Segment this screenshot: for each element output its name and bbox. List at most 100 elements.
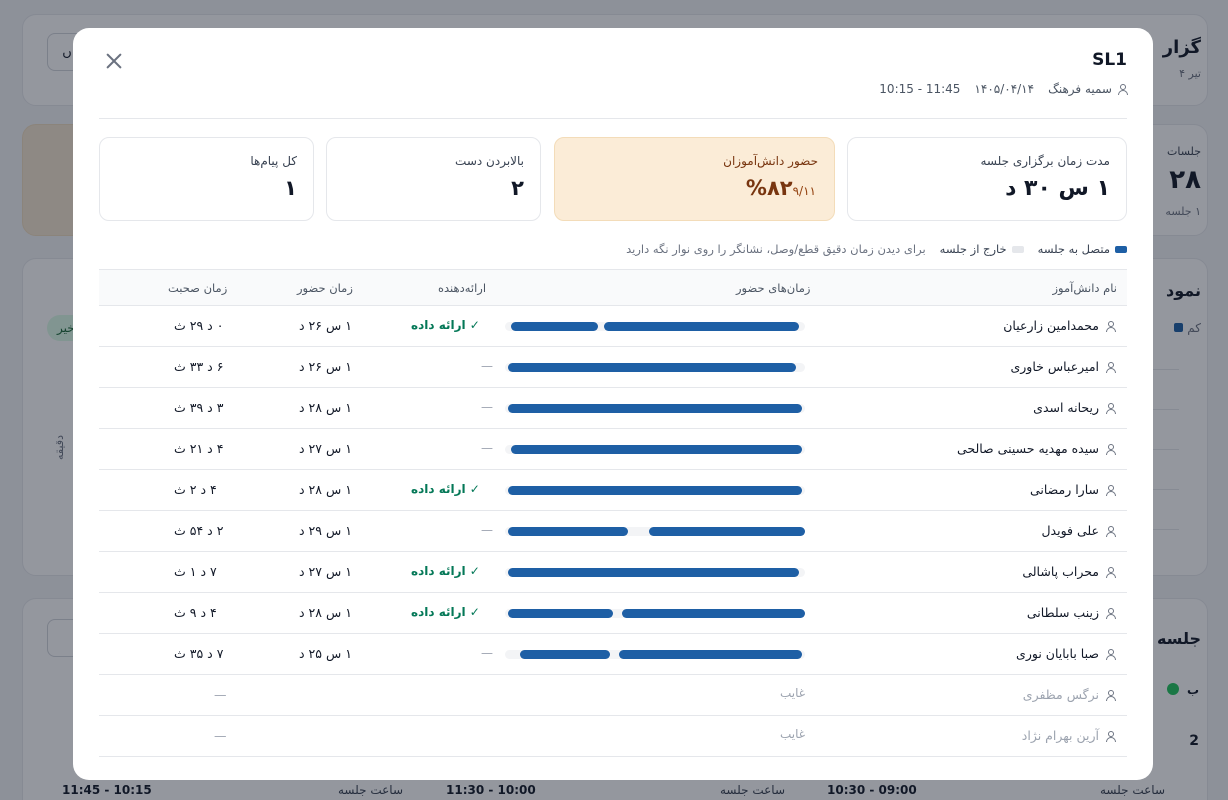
student-name: صبا بابایان نوری: [1016, 646, 1099, 661]
student-name-cell: محمدامین زارعیان: [1003, 318, 1116, 333]
presented-badge: ✓ ارائه داده: [411, 318, 480, 332]
session-date: ۱۴۰۵/۰۴/۱۴: [974, 82, 1035, 96]
student-name-cell: سارا رمضانی: [1029, 482, 1116, 497]
table-row: محمدامین زارعیان ✓ ارائه داده ۱ س ۲۶ د ۰ د …: [99, 306, 1127, 347]
talk-time: ۴ د ۲۱ ث: [174, 441, 224, 456]
talk-time-empty: —: [214, 687, 227, 702]
table-row: آرین بهرام نژاد غایب —: [99, 716, 1127, 757]
attendance-timeline[interactable]: [505, 363, 805, 372]
timeline-segment[interactable]: [604, 322, 799, 331]
attendance-timeline[interactable]: [505, 609, 805, 618]
user-icon: [1117, 84, 1128, 95]
stat-attendance-fraction: ۹/۱۱: [792, 184, 816, 198]
talk-time: ۲ د ۵۴ ث: [174, 523, 224, 538]
timeline-segment[interactable]: [508, 609, 613, 618]
user-icon: [1105, 402, 1116, 414]
user-icon: [1105, 320, 1116, 332]
talk-time: ۷ د ۱ ث: [174, 564, 217, 579]
stat-messages-value: ۱: [284, 176, 297, 200]
timeline-segment[interactable]: [520, 650, 610, 659]
timeline-segment[interactable]: [508, 568, 799, 577]
stats-row: مدت زمان برگزاری جلسه ۱ س ۳۰ د حضور دانش…: [99, 137, 1127, 221]
legend-connected: متصل به جلسه: [1038, 242, 1127, 256]
presenter-empty: —: [481, 523, 493, 537]
student-name-cell: امیرعباس خاوری: [1010, 359, 1116, 374]
presenter-empty: —: [481, 441, 493, 455]
talk-time: ۳ د ۳۹ ث: [174, 400, 224, 415]
col-timeline: زمان‌های حضور: [736, 281, 811, 295]
student-name: زینب سلطانی: [1026, 605, 1099, 620]
student-name: سیده مهدیه حسینی صالحی: [956, 441, 1099, 456]
legend-connected-swatch: [1115, 246, 1127, 253]
attendance-timeline[interactable]: [505, 404, 805, 413]
timeline-segment[interactable]: [508, 404, 802, 413]
user-icon: [1105, 730, 1116, 742]
user-icon: [1105, 484, 1116, 496]
table-header: نام دانش‌آموز زمان‌های حضور ارائه‌دهنده …: [99, 269, 1127, 306]
user-icon: [1105, 443, 1116, 455]
col-attendance: زمان حضور: [297, 281, 353, 295]
timeline-segment[interactable]: [649, 527, 805, 536]
student-name: نرگس مظفری: [1022, 687, 1099, 702]
table-row: نرگس مظفری غایب —: [99, 675, 1127, 716]
stat-raise-hand-value: ۲: [511, 176, 524, 200]
attendance-time: ۱ س ۲۸ د: [299, 400, 352, 415]
talk-time: ۶ د ۳۳ ث: [174, 359, 224, 374]
timeline-segment[interactable]: [508, 486, 802, 495]
student-name: امیرعباس خاوری: [1010, 359, 1099, 374]
header-divider: [99, 118, 1127, 119]
attendance-timeline[interactable]: [505, 650, 805, 659]
teacher-info: سمیه فرهنگ: [1048, 82, 1128, 96]
student-name: سارا رمضانی: [1029, 482, 1099, 497]
stat-attendance-label: حضور دانش‌آموزان: [723, 154, 818, 168]
attendance-time: ۱ س ۲۷ د: [299, 564, 352, 579]
student-name-cell: آرین بهرام نژاد: [1022, 728, 1116, 743]
table-row: ریحانه اسدی — ۱ س ۲۸ د ۳ د ۳۹ ث: [99, 388, 1127, 429]
presented-badge: ✓ ارائه داده: [411, 564, 480, 578]
timeline-segment[interactable]: [508, 527, 628, 536]
attendance-time: ۱ س ۲۶ د: [299, 359, 352, 374]
talk-time: ۷ د ۳۵ ث: [174, 646, 224, 661]
session-title: SL1: [1092, 50, 1127, 70]
user-icon: [1105, 361, 1116, 373]
student-name-cell: نرگس مظفری: [1022, 687, 1116, 702]
timeline-segment[interactable]: [622, 609, 805, 618]
student-name-cell: زینب سلطانی: [1026, 605, 1116, 620]
stat-messages: کل پیام‌ها ۱: [99, 137, 314, 221]
attendance-timeline[interactable]: [505, 486, 805, 495]
timeline-segment[interactable]: [508, 363, 796, 372]
user-icon: [1105, 607, 1116, 619]
attendance-time: ۱ س ۲۶ د: [299, 318, 352, 333]
student-name: ریحانه اسدی: [1033, 400, 1099, 415]
student-name-cell: سیده مهدیه حسینی صالحی: [956, 441, 1116, 456]
timeline-segment[interactable]: [619, 650, 802, 659]
close-icon[interactable]: [101, 48, 127, 74]
student-name: محراب پاشالی: [1022, 564, 1099, 579]
attendance-time: ۱ س ۲۸ د: [299, 605, 352, 620]
talk-time: ۰ د ۲۹ ث: [174, 318, 224, 333]
attendance-timeline[interactable]: [505, 445, 805, 454]
student-name-cell: ریحانه اسدی: [1033, 400, 1116, 415]
table-row: صبا بابایان نوری — ۱ س ۲۵ د ۷ د ۳۵ ث: [99, 634, 1127, 675]
attendance-timeline[interactable]: [505, 322, 805, 331]
presenter-empty: —: [481, 400, 493, 414]
legend-outside-label: خارج از جلسه: [939, 242, 1007, 256]
talk-time-empty: —: [214, 728, 227, 743]
attendance-time: ۱ س ۲۹ د: [299, 523, 352, 538]
stat-duration: مدت زمان برگزاری جلسه ۱ س ۳۰ د: [847, 137, 1127, 221]
legend-outside-swatch: [1011, 246, 1024, 253]
attendance-timeline[interactable]: [505, 568, 805, 577]
timeline-segment[interactable]: [511, 445, 802, 454]
absent-label: غایب: [780, 686, 806, 700]
students-table: نام دانش‌آموز زمان‌های حضور ارائه‌دهنده …: [99, 269, 1127, 757]
session-time: 10:15 - 11:45: [879, 82, 961, 96]
session-meta: سمیه فرهنگ ۱۴۰۵/۰۴/۱۴ 10:15 - 11:45: [879, 82, 1128, 96]
stat-raise-hand-label: بالابردن دست: [455, 154, 524, 168]
attendance-time: ۱ س ۲۸ د: [299, 482, 352, 497]
student-name-cell: علی فویدل: [1041, 523, 1116, 538]
timeline-segment[interactable]: [511, 322, 598, 331]
table-row: علی فویدل — ۱ س ۲۹ د ۲ د ۵۴ ث: [99, 511, 1127, 552]
attendance-timeline[interactable]: [505, 527, 805, 536]
table-row: سیده مهدیه حسینی صالحی — ۱ س ۲۷ د ۴ د ۲۱ ث: [99, 429, 1127, 470]
legend-hint: برای دیدن زمان دقیق قطع/وصل، نشانگر را ر…: [626, 242, 926, 256]
